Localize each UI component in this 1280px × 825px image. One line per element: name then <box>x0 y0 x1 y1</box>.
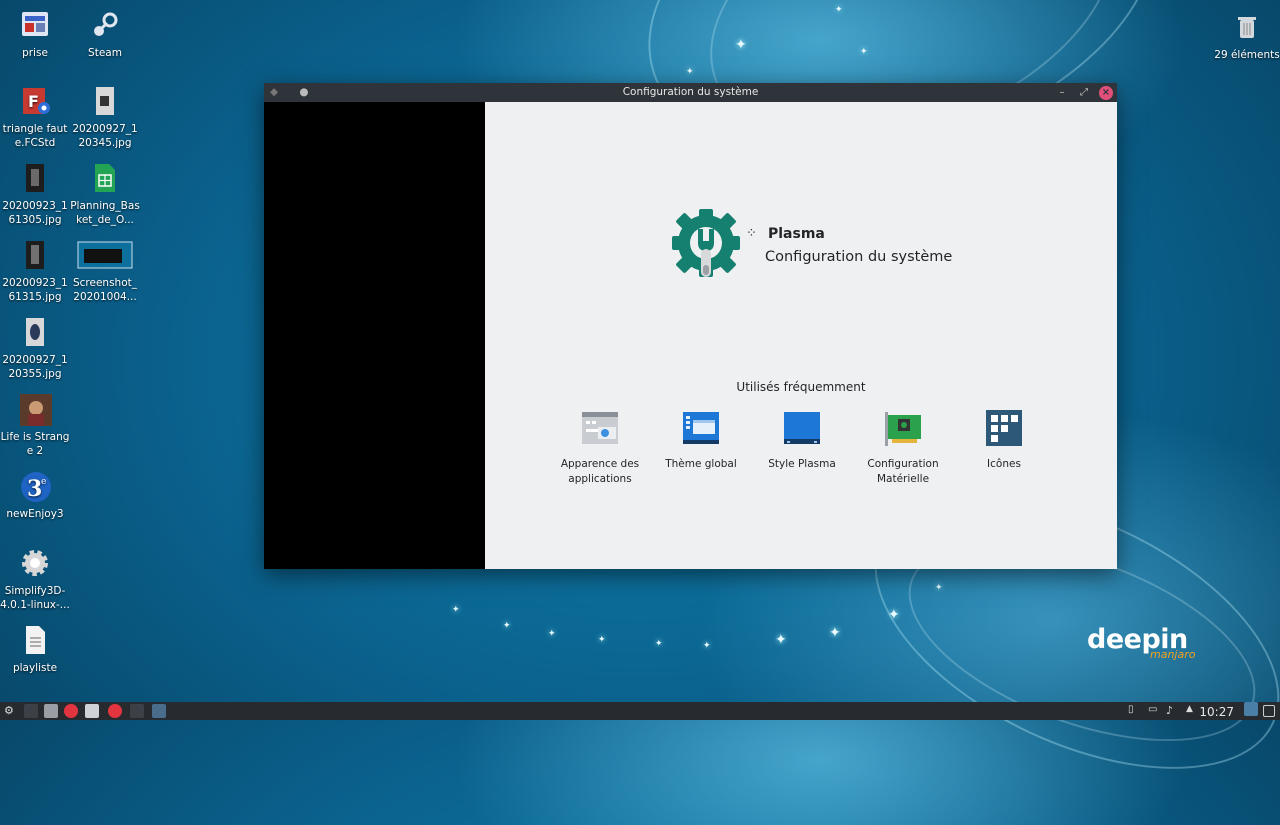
window-menu-icon[interactable]: ◆ <box>270 86 278 98</box>
frequent-item-global-theme[interactable]: Thème global <box>656 409 746 472</box>
app-launcher-icon[interactable]: ⚙ <box>4 704 18 718</box>
desktop-icon-label: Screenshot_20201004... <box>72 277 137 303</box>
desktop-icon-20200923-161315[interactable]: 20200923_161315.jpg <box>0 240 70 304</box>
text-file-icon <box>20 625 50 657</box>
clock[interactable]: 10:27 <box>1199 704 1234 720</box>
vivaldi-icon[interactable] <box>64 704 78 718</box>
maximize-button[interactable]: ⤢ <box>1077 86 1091 100</box>
frequent-item-label: Configuration Matérielle <box>867 458 939 485</box>
image-file-icon <box>20 10 50 42</box>
pin-icon[interactable]: ● <box>299 86 308 98</box>
photo-icon <box>90 86 120 118</box>
frequent-item-label: Style Plasma <box>768 458 836 470</box>
main-panel: ⁘ Plasma Configuration du système Utilis… <box>485 102 1117 569</box>
minimize-button[interactable]: – <box>1055 86 1069 100</box>
desktop-icon-label: newEnjoy3 <box>6 508 64 520</box>
desktop-icon-label: Simplify3D-4.0.1-linux-... <box>0 585 70 611</box>
desktop-icon-life-is-strange-2[interactable]: Life is Strange 2 <box>0 394 70 458</box>
desktop-pager-icon[interactable] <box>1244 702 1258 716</box>
svg-text:F: F <box>28 92 39 111</box>
frequent-item-label: Apparence des applications <box>560 458 640 485</box>
desktop-icon-triangle-faute[interactable]: F triangle faute.FCStd <box>0 86 70 150</box>
desktop-icon-prise[interactable]: prise <box>0 10 70 60</box>
clipboard-icon[interactable]: ▭ <box>1148 704 1162 718</box>
svg-text:e: e <box>41 477 46 487</box>
trash-icon <box>1232 12 1262 44</box>
taskbar: ⚙ ▯ ▭ ♪ ▲ 10:27 <box>0 702 1280 720</box>
desktop-icon-20200927-120345[interactable]: 20200927_120345.jpg <box>70 86 140 150</box>
desktop-trash[interactable]: 29 éléments <box>1212 12 1280 62</box>
vivaldi-task-icon[interactable] <box>108 704 122 718</box>
window-titlebar[interactable]: ◆ ● Configuration du système – ⤢ × <box>264 83 1117 102</box>
screenshot-tool-icon[interactable] <box>85 704 99 718</box>
system-settings-task-icon[interactable] <box>152 704 166 718</box>
frequent-item-label: Thème global <box>665 458 737 470</box>
desktop-icon-label: Planning_Basket_de_O... <box>70 200 140 226</box>
desktop-icon-label: Life is Strange 2 <box>0 431 70 457</box>
terminal-launcher-icon[interactable] <box>24 704 38 718</box>
steam-icon <box>90 10 120 42</box>
usb-icon[interactable]: ▯ <box>1128 704 1142 718</box>
desktop-icon-label: triangle faute.FCStd <box>2 123 68 149</box>
desktop-icon-20200927-120355[interactable]: 20200927_120355.jpg <box>0 317 70 381</box>
volume-icon[interactable]: ♪ <box>1166 704 1180 718</box>
hardware-config-icon <box>884 409 922 447</box>
plasma-style-icon <box>783 409 821 447</box>
frequent-item-plasma-style[interactable]: Style Plasma <box>757 409 847 472</box>
hero-subtitle: Configuration du système <box>765 249 953 265</box>
frequent-item-label: Icônes <box>987 458 1021 470</box>
desktop-icon-label: 20200927_120355.jpg <box>2 354 68 380</box>
icons-settings-icon <box>985 409 1023 447</box>
frequently-used-heading: Utilisés fréquemment <box>736 380 866 394</box>
global-theme-icon <box>682 409 720 447</box>
spreadsheet-icon <box>90 163 120 195</box>
close-button[interactable]: × <box>1099 85 1113 100</box>
desktop-icon-label: prise <box>22 47 48 59</box>
sidebar-panel[interactable] <box>264 102 485 569</box>
desktop-icon-label: 20200923_161315.jpg <box>2 277 68 303</box>
tray-expand-icon[interactable]: ▲ <box>1186 704 1200 718</box>
desktop-icon-screenshot[interactable]: Screenshot_20201004... <box>70 240 140 304</box>
desktop-icon-simplify3d[interactable]: Simplify3D-4.0.1-linux-... <box>0 548 70 612</box>
window-title: Configuration du système <box>622 86 759 98</box>
window-controls: – ⤢ × <box>1055 83 1113 102</box>
desktop-icon-label: Steam <box>88 47 122 59</box>
application-appearance-icon <box>581 409 619 447</box>
terminal-task-icon[interactable] <box>130 704 144 718</box>
screenshot-icon <box>77 240 133 272</box>
frequent-item-icons[interactable]: Icônes <box>959 409 1049 472</box>
desktop-icon-label: playliste <box>12 662 58 674</box>
app-icon: 3e <box>20 471 51 503</box>
game-icon <box>20 394 52 426</box>
system-settings-icon <box>668 205 744 287</box>
trash-count: 29 éléments <box>1214 49 1280 61</box>
frequent-item-hardware-config[interactable]: Configuration Matérielle <box>858 409 948 487</box>
freecad-file-icon: F <box>20 86 50 118</box>
show-desktop-icon[interactable] <box>1263 705 1275 717</box>
desktop-icon-label: 20200927_120345.jpg <box>72 123 138 149</box>
plasma-logo-icon: ⁘ <box>746 226 757 241</box>
manjaro-logo: manjaro <box>1150 648 1196 661</box>
photo-icon <box>20 240 50 272</box>
system-settings-window: ◆ ● Configuration du système – ⤢ × ⁘ Pla… <box>264 83 1117 569</box>
hero-title: Plasma <box>768 226 825 242</box>
frequent-item-application-appearance[interactable]: Apparence des applications <box>555 409 645 487</box>
file-manager-icon[interactable] <box>44 704 58 718</box>
window-menu-controls: ◆ ● <box>270 83 309 102</box>
gear-icon <box>20 548 50 580</box>
desktop-icon-steam[interactable]: Steam <box>70 10 140 60</box>
desktop-icon-20200923-161305[interactable]: 20200923_161305.jpg <box>0 163 70 227</box>
desktop-icon-playliste[interactable]: playliste <box>0 625 70 675</box>
desktop-icon-planning-basket[interactable]: Planning_Basket_de_O... <box>70 163 140 227</box>
photo-icon <box>20 163 50 195</box>
desktop-icon-newenjoy3[interactable]: 3e newEnjoy3 <box>0 471 70 521</box>
photo-icon <box>20 317 50 349</box>
desktop-icon-label: 20200923_161305.jpg <box>2 200 68 226</box>
